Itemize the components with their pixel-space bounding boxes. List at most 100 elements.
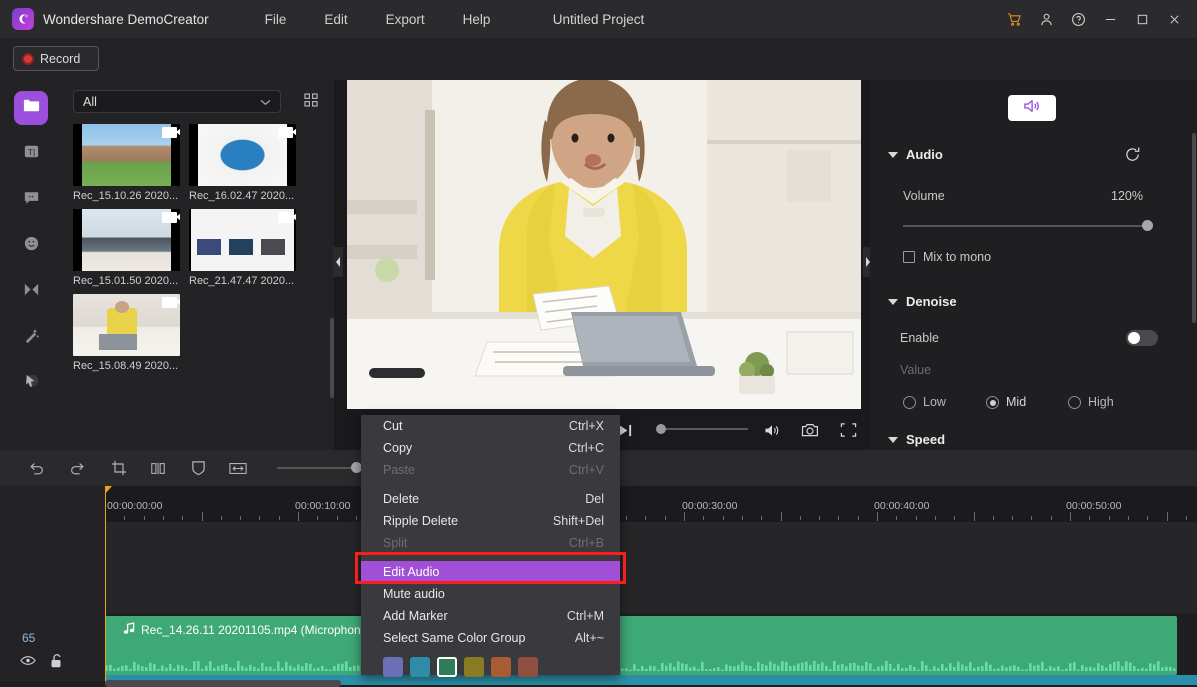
media-filter-dropdown[interactable]: All: [73, 90, 281, 113]
context-menu-item-label: Delete: [383, 492, 419, 506]
timeline-horizontal-scrollbar[interactable]: [105, 680, 341, 687]
denoise-option-low-radio[interactable]: [903, 396, 916, 409]
media-item[interactable]: Rec_15.01.50 2020...: [73, 209, 180, 287]
audio-section-header[interactable]: Audio: [888, 147, 943, 162]
clip-label: Rec_14.26.11 20201105.mp4 (Microphone): [123, 622, 371, 638]
ruler-tick: [916, 516, 917, 520]
denoise-enable-toggle[interactable]: [1126, 330, 1158, 346]
ruler-tick: [935, 516, 936, 520]
ruler-tick: [337, 516, 338, 520]
ruler-tick: [1070, 512, 1071, 521]
sidebar-item-stickers[interactable]: [14, 229, 48, 263]
thumb-row: Rec_15.10.26 2020... Rec_16.02.47 2020..…: [73, 124, 323, 202]
timeline-zoom-slider[interactable]: [277, 467, 369, 469]
video-badge-icon: [162, 127, 177, 138]
context-menu-item-ripple-delete[interactable]: Ripple Delete Shift+Del: [361, 510, 620, 532]
ruler-tick: [1186, 516, 1187, 520]
help-icon[interactable]: [1063, 4, 1093, 34]
grid-view-toggle[interactable]: [300, 91, 322, 113]
ruler-tick: [240, 516, 241, 520]
menu-help[interactable]: Help: [463, 12, 491, 27]
ruler-tick: [202, 512, 203, 521]
ruler-tick: [742, 516, 743, 520]
media-item[interactable]: Rec_15.10.26 2020...: [73, 124, 180, 202]
color-swatch[interactable]: [437, 657, 457, 677]
color-swatch[interactable]: [518, 657, 538, 677]
context-menu-item-split: SplitCtrl+B: [361, 532, 620, 554]
ruler-tick: [356, 516, 357, 520]
undo-button[interactable]: [26, 458, 48, 478]
volume-icon[interactable]: [757, 415, 787, 445]
audio-tab-button[interactable]: [1008, 95, 1056, 121]
video-track[interactable]: [105, 522, 1197, 614]
sidebar-item-text[interactable]: T|: [14, 137, 48, 171]
color-swatch[interactable]: [410, 657, 430, 677]
context-menu-item-cut[interactable]: CutCtrl+X: [361, 415, 620, 437]
unlock-icon[interactable]: [50, 653, 66, 669]
speed-section-header[interactable]: Speed: [888, 432, 945, 447]
color-swatch[interactable]: [491, 657, 511, 677]
collapse-left-panel-button[interactable]: [333, 247, 343, 277]
preview-volume-slider[interactable]: [660, 428, 748, 430]
ruler-tick: [838, 516, 839, 520]
ruler-tick: [761, 516, 762, 520]
context-menu-item-label: Ripple Delete: [383, 514, 458, 528]
eye-icon[interactable]: [20, 653, 36, 669]
fullscreen-icon[interactable]: [833, 415, 863, 445]
media-item[interactable]: Rec_21.47.47 2020...: [189, 209, 296, 287]
record-button[interactable]: Record: [13, 46, 99, 71]
sidebar-item-transitions[interactable]: [14, 275, 48, 309]
context-menu-item-mute-audio[interactable]: Mute audio: [361, 583, 620, 605]
sidebar-item-media-library[interactable]: [14, 91, 48, 125]
reset-audio-icon[interactable]: [1124, 146, 1142, 164]
split-button[interactable]: [147, 458, 169, 478]
mix-to-mono-checkbox[interactable]: [903, 251, 915, 263]
sidebar-item-effects[interactable]: [14, 321, 48, 355]
media-item[interactable]: Rec_15.08.49 2020...: [73, 294, 180, 372]
volume-slider[interactable]: [903, 225, 1150, 227]
denoise-option-high-radio[interactable]: [1068, 396, 1081, 409]
audio-clip[interactable]: Rec_14.26.11 20201105.mp4 (Microphone): [105, 616, 1177, 675]
playhead[interactable]: [105, 486, 106, 681]
redo-button[interactable]: [66, 458, 88, 478]
color-swatch[interactable]: [464, 657, 484, 677]
media-item[interactable]: Rec_16.02.47 2020...: [189, 124, 296, 202]
video-preview[interactable]: [347, 80, 861, 409]
color-swatch[interactable]: [383, 657, 403, 677]
timeline-ruler[interactable]: 00:00:00:00 00:00:10:00 00:00:30:00 00:0…: [105, 486, 1197, 522]
context-menu-item-copy[interactable]: CopyCtrl+C: [361, 437, 620, 459]
volume-slider-knob[interactable]: [1142, 220, 1153, 231]
denoise-option-mid-radio[interactable]: [986, 396, 999, 409]
app-brand-name: Wondershare DemoCreator: [43, 12, 209, 27]
context-menu-item-label: Mute audio: [383, 587, 445, 601]
close-icon[interactable]: [1159, 4, 1189, 34]
sidebar-item-cursor-effects[interactable]: [14, 367, 48, 401]
snapshot-icon[interactable]: [795, 415, 825, 445]
minimize-icon[interactable]: [1095, 4, 1125, 34]
context-menu-item-delete[interactable]: DeleteDel: [361, 488, 620, 510]
democreator-window: Wondershare DemoCreator File Edit Export…: [0, 0, 1197, 687]
window-controls: [999, 0, 1189, 38]
cart-icon[interactable]: [999, 4, 1029, 34]
properties-scrollbar[interactable]: [1192, 133, 1196, 323]
menu-file[interactable]: File: [265, 12, 287, 27]
account-icon[interactable]: [1031, 4, 1061, 34]
context-menu-item-add-marker[interactable]: Add MarkerCtrl+M: [361, 605, 620, 627]
fit-width-button[interactable]: [227, 458, 249, 478]
denoise-section-title: Denoise: [906, 294, 957, 309]
volume-slider-knob[interactable]: [656, 424, 666, 434]
ruler-tick: [954, 516, 955, 520]
sidebar-item-captions[interactable]: [14, 183, 48, 217]
menu-edit[interactable]: Edit: [324, 12, 347, 27]
context-menu-item-select-same-color-group[interactable]: Select Same Color GroupAlt+~: [361, 627, 620, 649]
video-badge-icon: [162, 297, 177, 308]
speaker-icon: [1023, 98, 1042, 119]
crop-button[interactable]: [108, 458, 130, 478]
denoise-section-header[interactable]: Denoise: [888, 294, 957, 309]
menu-export[interactable]: Export: [386, 12, 425, 27]
context-menu-item-label: Split: [383, 536, 407, 550]
context-menu-item-edit-audio[interactable]: Edit Audio: [361, 561, 620, 583]
mask-button[interactable]: [187, 458, 209, 478]
context-menu-item-shortcut: Shift+Del: [553, 514, 604, 528]
maximize-icon[interactable]: [1127, 4, 1157, 34]
